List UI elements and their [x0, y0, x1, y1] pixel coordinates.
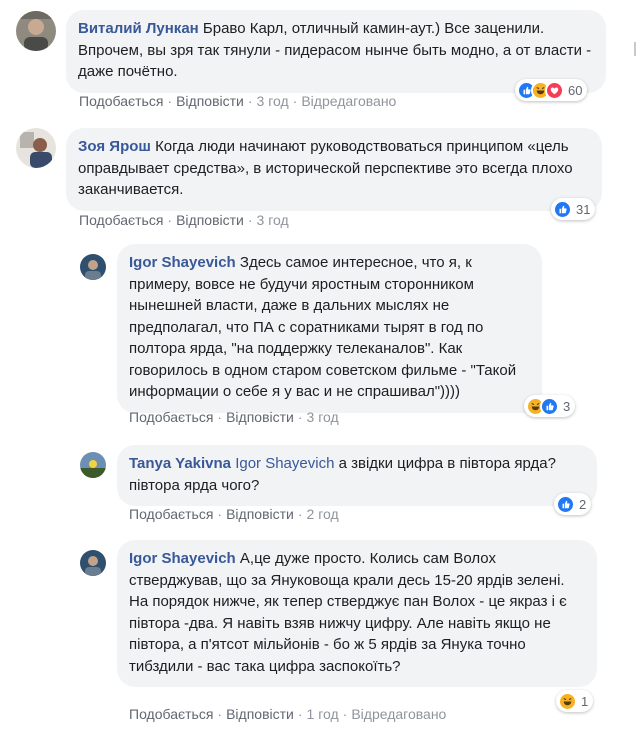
avatar[interactable] [16, 11, 56, 51]
like-link[interactable]: Подобається [129, 409, 213, 425]
scroll-marker [634, 42, 636, 56]
comment-actions: Подобається · Відповісти · 3 год [79, 212, 289, 228]
comment-text: Здесь самое интересное, что я, к примеру… [129, 254, 517, 400]
reactions-summary[interactable]: 60 [515, 79, 588, 101]
avatar[interactable] [80, 452, 106, 478]
avatar[interactable] [80, 254, 106, 280]
avatar[interactable] [80, 550, 106, 576]
comment-author[interactable]: Igor Shayevich [129, 550, 236, 567]
comment-time[interactable]: 1 год [307, 706, 339, 722]
comment-author[interactable]: Tanya Yakivna [129, 455, 231, 472]
reactions-count: 1 [581, 693, 589, 709]
reply-link[interactable]: Відповісти [176, 212, 244, 228]
comment-actions: Подобається · Відповісти · 1 год · Відредагова… [129, 706, 447, 722]
like-icon [553, 199, 572, 219]
comment-bubble: Igor Shayevich А,це дуже просто. Колись … [117, 540, 597, 687]
edited-label[interactable]: Відредаговано [301, 93, 396, 109]
reactions-count: 60 [568, 82, 583, 98]
comment-actions: Подобається · Відповісти · 2 год [129, 506, 339, 522]
reply-link[interactable]: Відповісти [176, 93, 244, 109]
reactions-summary[interactable]: 1 [556, 690, 594, 712]
reactions-summary[interactable]: 2 [554, 493, 592, 515]
like-icon [556, 494, 575, 514]
like-link[interactable]: Подобається [79, 212, 163, 228]
like-link[interactable]: Подобається [129, 706, 213, 722]
reactions-summary[interactable]: 31 [551, 198, 596, 220]
reply-link[interactable]: Відповісти [226, 706, 294, 722]
comment-author[interactable]: Виталий Лункан [78, 20, 199, 37]
reactions-count: 2 [579, 496, 587, 512]
comment-text: Когда люди начинают руководствоваться пр… [78, 138, 573, 198]
like-link[interactable]: Подобається [129, 506, 213, 522]
love-icon [545, 80, 564, 100]
reactions-count: 31 [576, 201, 591, 217]
reply-link[interactable]: Відповісти [226, 409, 294, 425]
comment-time[interactable]: 3 год [307, 409, 339, 425]
comment-actions: Подобається · Відповісти · 3 год [129, 409, 339, 425]
like-icon [540, 396, 559, 416]
comment-time[interactable]: 2 год [307, 506, 339, 522]
edited-label[interactable]: Відредаговано [351, 706, 446, 722]
haha-icon [558, 691, 577, 711]
comment-author[interactable]: Зоя Ярош [78, 138, 151, 155]
avatar[interactable] [16, 128, 56, 168]
reactions-count: 3 [563, 398, 571, 414]
comment-text: А,це дуже просто. Колись сам Волох ствер… [129, 550, 567, 675]
reactions-summary[interactable]: 3 [524, 395, 576, 417]
comment-bubble: Igor Shayevich Здесь самое интересное, ч… [117, 244, 542, 413]
comment-author[interactable]: Igor Shayevich [129, 254, 236, 271]
comment-time[interactable]: 3 год [257, 212, 289, 228]
mention-link[interactable]: Igor Shayevich [235, 455, 334, 472]
like-link[interactable]: Подобається [79, 93, 163, 109]
comment-bubble: Зоя Ярош Когда люди начинают руководство… [66, 128, 602, 211]
reply-link[interactable]: Відповісти [226, 506, 294, 522]
comment-actions: Подобається · Відповісти · 3 год · Відредагова… [79, 93, 397, 109]
comment-time[interactable]: 3 год [257, 93, 289, 109]
comment-bubble: Tanya Yakivna Igor Shayevich а звідки ци… [117, 445, 597, 506]
